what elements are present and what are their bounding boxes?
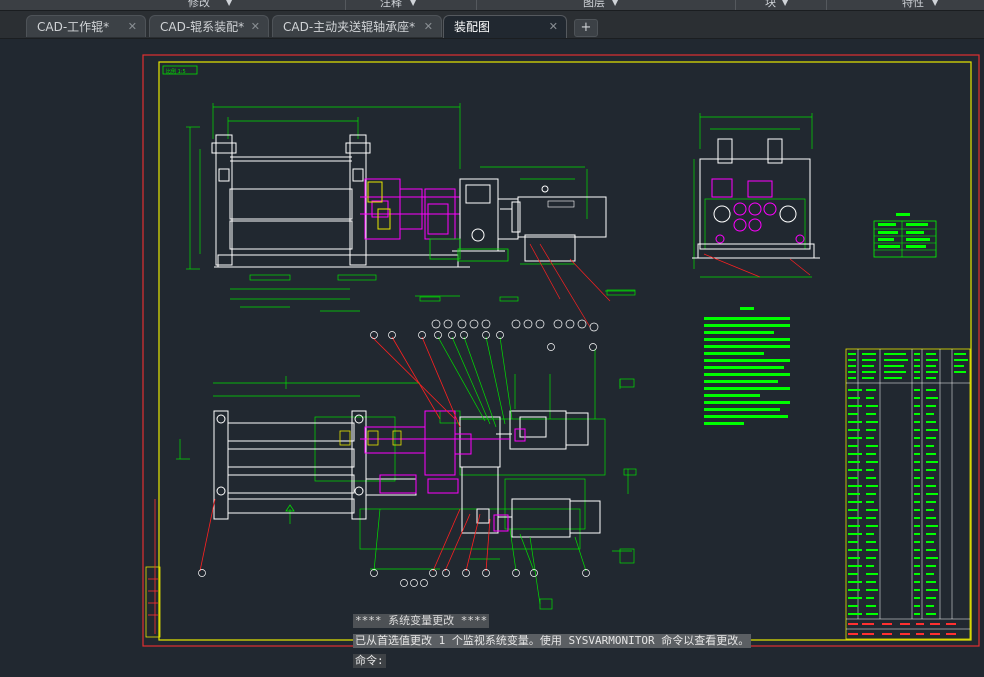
chevron-down-icon[interactable]: ▼ — [612, 0, 618, 10]
tab-cad-pinch-roll-bearing[interactable]: CAD-主动夹送辊轴承座* ✕ — [272, 15, 442, 37]
side-strip-lines — [148, 499, 158, 634]
parameter-table — [873, 213, 937, 258]
ribbon-section-layers[interactable]: 图层 — [583, 0, 605, 10]
ribbon-section-modify[interactable]: 修改 — [188, 0, 210, 10]
side-strip — [145, 566, 161, 638]
ribbon-panel-bar: 修改 ▼ 注释 ▼ 图层 ▼ 块 ▼ 特性 ▼ — [0, 0, 984, 11]
drawing-canvas[interactable]: 比例 1:5 **** 系统变量更改 **** 已从首选值更改 1 个监视系统变… — [0, 39, 984, 673]
top-view — [176, 331, 637, 610]
bill-of-materials — [845, 348, 971, 640]
drawing-svg: 比例 1:5 — [142, 54, 980, 647]
chevron-down-icon[interactable]: ▼ — [226, 0, 232, 10]
technical-requirements — [704, 307, 790, 425]
tab-cad-roll-assembly[interactable]: CAD-辊系装配* ✕ — [149, 15, 269, 37]
ribbon-separator — [826, 0, 827, 10]
ribbon-separator — [345, 0, 346, 10]
ribbon-section-properties[interactable]: 特性 — [902, 0, 924, 10]
tab-label: CAD-工作辊* — [37, 20, 110, 34]
command-prompt[interactable]: 命令: — [353, 654, 386, 668]
tab-assembly-drawing[interactable]: 装配图 ✕ — [443, 15, 567, 38]
command-history-line-2: 已从首选值更改 1 个监视系统变量。使用 SYSVARMONITOR 命令以查看… — [353, 634, 752, 648]
file-tab-bar: CAD-工作辊* ✕ CAD-辊系装配* ✕ CAD-主动夹送辊轴承座* ✕ 装… — [0, 11, 984, 39]
tab-label: 装配图 — [454, 20, 491, 34]
add-tab-button[interactable]: + — [574, 19, 598, 37]
close-icon[interactable]: ✕ — [128, 16, 137, 38]
chevron-down-icon[interactable]: ▼ — [932, 0, 938, 10]
close-icon[interactable]: ✕ — [424, 16, 433, 38]
ribbon-separator — [735, 0, 736, 10]
front-view — [186, 103, 636, 332]
scale-label: 比例 1:5 — [166, 68, 186, 75]
close-icon[interactable]: ✕ — [549, 16, 558, 38]
ribbon-section-annotate[interactable]: 注释 — [380, 0, 402, 10]
side-view — [692, 113, 820, 278]
close-icon[interactable]: ✕ — [251, 16, 260, 38]
chevron-down-icon[interactable]: ▼ — [410, 0, 416, 10]
command-history-line-1: **** 系统变量更改 **** — [353, 614, 490, 628]
tab-label: CAD-辊系装配* — [160, 20, 245, 34]
ribbon-section-block[interactable]: 块 — [765, 0, 776, 10]
ribbon-separator — [476, 0, 477, 10]
inner-frame — [158, 61, 972, 641]
tab-label: CAD-主动夹送辊轴承座* — [283, 20, 416, 34]
tab-cad-work-roll[interactable]: CAD-工作辊* ✕ — [26, 15, 146, 37]
chevron-down-icon[interactable]: ▼ — [782, 0, 788, 10]
